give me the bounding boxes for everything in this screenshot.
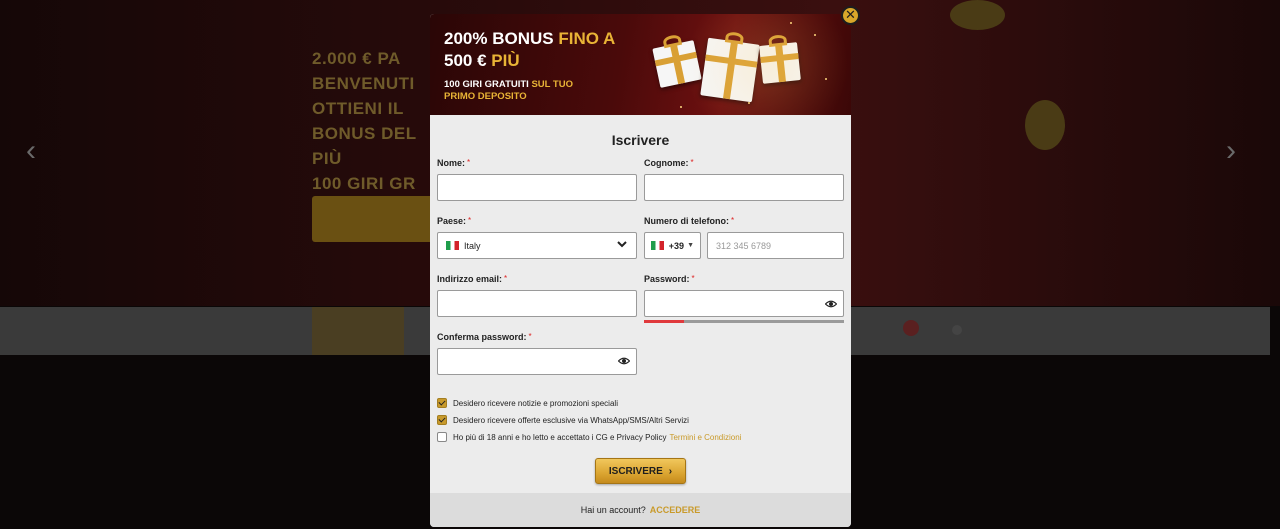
newsletter-consent[interactable]: Desidero ricevere notizie e promozioni s… <box>437 398 618 408</box>
password-label-text: Password: <box>644 274 690 284</box>
country-label: Paese: * <box>437 216 471 226</box>
caret-down-icon: ▼ <box>687 242 694 249</box>
newsletter-consent-text: Desidero ricevere notizie e promozioni s… <box>453 398 618 408</box>
terms-link[interactable]: Termini e Condizioni <box>669 433 741 442</box>
first-name-label: Nome: * <box>437 158 470 168</box>
confirm-password-label: Conferma password: * <box>437 332 532 342</box>
bonus-banner: 200% BONUS FINO A 500 € PIÙ 100 GIRI GRA… <box>430 14 851 115</box>
required-mark: * <box>467 158 471 167</box>
close-icon[interactable]: ✕ <box>841 6 860 25</box>
password-strength-fill <box>644 320 684 323</box>
password-strength-meter <box>644 320 844 323</box>
whatsapp-consent[interactable]: Desidero ricevere offerte esclusive via … <box>437 415 689 425</box>
phone-country-code-select[interactable]: +39 ▼ <box>644 232 701 259</box>
country-label-text: Paese: <box>437 216 467 226</box>
banner-title-accent: FINO A <box>558 29 616 48</box>
first-name-input[interactable] <box>437 174 637 201</box>
first-name-label-text: Nome: <box>437 158 466 168</box>
confirm-password-input[interactable] <box>437 348 637 375</box>
login-footer: Hai un account? ACCEDERE <box>430 493 851 527</box>
banner-sub-deposit: PRIMO DEPOSITO <box>444 91 527 102</box>
register-button[interactable]: ISCRIVERE › <box>595 458 686 484</box>
chevron-right-icon: › <box>668 465 673 477</box>
last-name-input[interactable] <box>644 174 844 201</box>
newsletter-checkbox[interactable] <box>437 398 447 408</box>
last-name-label-text: Cognome: <box>644 158 689 168</box>
sparkle-icon <box>825 78 827 80</box>
whatsapp-checkbox[interactable] <box>437 415 447 425</box>
italy-flag-icon <box>446 241 459 250</box>
email-label: Indirizzo email: * <box>437 274 507 284</box>
phone-label: Numero di telefono: * <box>644 216 734 226</box>
banner-title-more: PIÙ <box>491 51 520 70</box>
required-mark: * <box>731 216 735 225</box>
form-title: Iscrivere <box>611 132 670 148</box>
confirm-password-label-text: Conferma password: <box>437 332 527 342</box>
email-input[interactable] <box>437 290 637 317</box>
password-input[interactable] <box>644 290 844 317</box>
chevron-down-icon <box>617 241 627 248</box>
whatsapp-consent-text: Desidero ricevere offerte esclusive via … <box>453 415 689 425</box>
required-mark: * <box>691 274 695 283</box>
banner-title: 200% BONUS FINO A 500 € PIÙ <box>444 28 615 72</box>
country-value: Italy <box>464 240 481 251</box>
login-link[interactable]: ACCEDERE <box>650 505 701 515</box>
required-mark: * <box>468 216 472 225</box>
carousel-prev-icon[interactable]: ‹ <box>26 134 36 168</box>
required-mark: * <box>504 274 508 283</box>
eye-icon[interactable] <box>825 298 837 310</box>
background-register-button <box>312 196 442 242</box>
background-category-icon <box>952 325 962 335</box>
country-select[interactable]: Italy <box>437 232 637 259</box>
banner-subtitle: 100 GIRI GRATUITI SUL TUO PRIMO DEPOSITO <box>444 79 594 103</box>
gift-box-icon <box>652 33 702 88</box>
terms-consent[interactable]: Ho più di 18 anni e ho letto e accettato… <box>437 432 741 442</box>
sparkle-icon <box>814 34 816 36</box>
registration-modal: 200% BONUS FINO A 500 € PIÙ 100 GIRI GRA… <box>430 14 851 527</box>
phone-input[interactable] <box>707 232 844 259</box>
required-mark: * <box>528 332 532 341</box>
required-mark: * <box>690 158 694 167</box>
banner-sub-spins: 100 GIRI GRATUITI <box>444 79 529 90</box>
eye-icon[interactable] <box>618 355 630 367</box>
sparkle-icon <box>680 106 682 108</box>
email-label-text: Indirizzo email: <box>437 274 503 284</box>
banner-title-main: 200% BONUS <box>444 29 554 48</box>
gift-box-icon <box>759 34 801 84</box>
terms-consent-text: Ho più di 18 anni e ho letto e accettato… <box>453 432 667 442</box>
background-coin <box>950 0 1005 30</box>
phone-code-value: +39 <box>668 240 685 251</box>
background-coin <box>1025 100 1065 150</box>
terms-checkbox[interactable] <box>437 432 447 442</box>
last-name-label: Cognome: * <box>644 158 694 168</box>
sparkle-icon <box>790 22 792 24</box>
login-prompt-text: Hai un account? <box>580 505 646 515</box>
banner-title-amount: 500 € <box>444 51 487 70</box>
phone-label-text: Numero di telefono: <box>644 216 729 226</box>
background-category-active <box>312 307 404 355</box>
sparkle-icon <box>748 102 750 104</box>
background-category-icon <box>903 320 919 336</box>
register-button-label: ISCRIVERE <box>608 465 663 477</box>
carousel-next-icon[interactable]: › <box>1226 134 1236 168</box>
gift-box-icon <box>700 31 760 103</box>
password-label: Password: * <box>644 274 695 284</box>
italy-flag-icon <box>651 241 664 250</box>
banner-sub-accent: SUL TUO <box>531 79 573 90</box>
